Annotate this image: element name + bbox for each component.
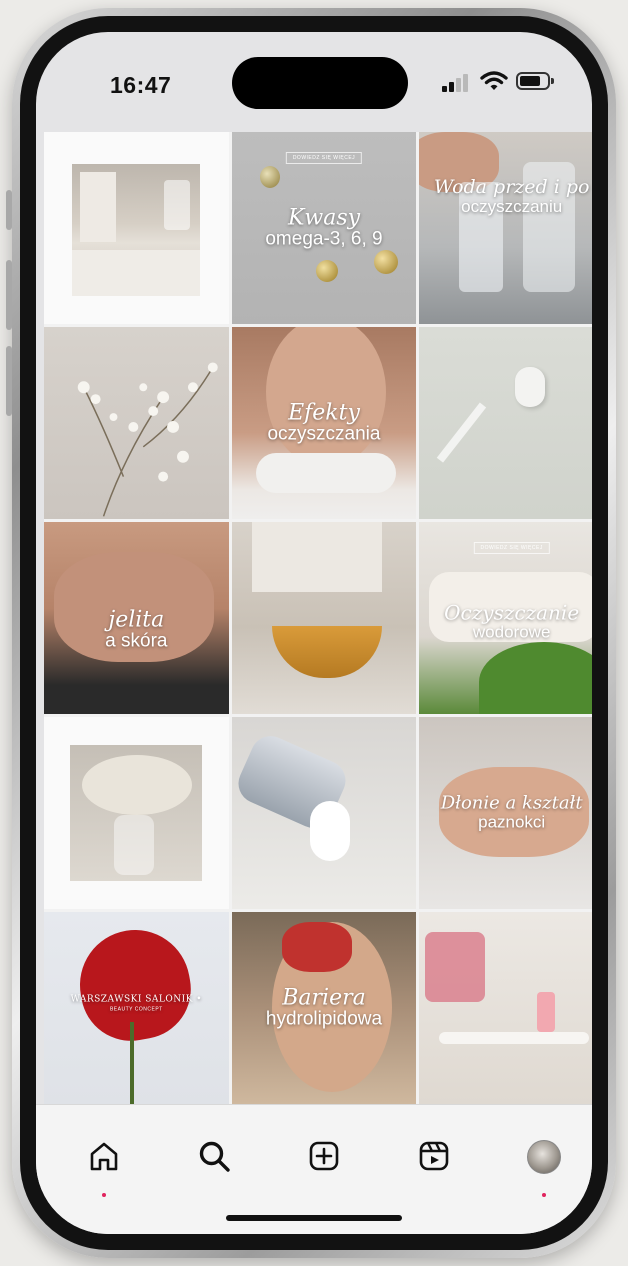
phone-screen: 16:47 DOWIEDZ SIĘ WIĘCEJ Kwasy omega-3, … xyxy=(36,32,592,1234)
post-tile-1[interactable] xyxy=(44,132,229,324)
caption-subtitle: oczyszczaniu xyxy=(461,197,563,217)
post-tile-5[interactable]: Efekty oczyszczania xyxy=(231,327,417,519)
post-caption: Kwasy omega-3, 6, 9 xyxy=(232,206,417,249)
nav-profile[interactable] xyxy=(524,1139,564,1197)
home-indicator xyxy=(226,1215,402,1221)
post-tile-12[interactable]: Dłonie a kształt paznokci xyxy=(419,717,592,909)
post-badge: DOWIEDZ SIĘ WIĘCEJ xyxy=(285,152,363,164)
home-icon xyxy=(90,1142,118,1171)
dynamic-island xyxy=(232,57,408,109)
battery-icon xyxy=(516,72,554,90)
post-caption: jelita a skóra xyxy=(44,608,229,651)
flower-stem-shape xyxy=(130,1022,134,1104)
dried-flowers-shape xyxy=(82,755,192,815)
caption-title: Efekty xyxy=(288,400,360,426)
status-bar: 16:47 xyxy=(36,32,592,132)
post-caption: Woda przed i po oczyszczaniu xyxy=(419,176,592,217)
headband-shape xyxy=(255,453,396,493)
post-tile-3[interactable]: Woda przed i po oczyszczaniu xyxy=(419,132,592,324)
window-light-shape xyxy=(80,172,116,242)
status-time: 16:47 xyxy=(110,72,172,98)
post-tile-11[interactable] xyxy=(231,717,417,909)
explore-grid: DOWIEDZ SIĘ WIĘCEJ Kwasy omega-3, 6, 9 W… xyxy=(44,132,592,1104)
nav-home[interactable] xyxy=(84,1139,124,1197)
post-tile-13[interactable]: WARSZAWSKI SALONIK • BEAUTY CONCEPT xyxy=(44,912,229,1104)
post-tile-2[interactable]: DOWIEDZ SIĘ WIĘCEJ Kwasy omega-3, 6, 9 xyxy=(231,132,417,324)
post-caption: Efekty oczyszczania xyxy=(232,401,417,444)
side-table-shape xyxy=(439,1032,590,1044)
plant-shape xyxy=(479,642,592,714)
post-tile-6[interactable] xyxy=(419,327,592,519)
dropper-bulb-shape xyxy=(515,367,546,407)
window-frame-shape xyxy=(251,522,382,592)
caption-title: Woda przed i po xyxy=(433,176,590,199)
post-caption: WARSZAWSKI SALONIK • BEAUTY CONCEPT xyxy=(44,994,229,1013)
gypsophila-illustration xyxy=(77,362,218,517)
anthurium-flower-shape xyxy=(71,921,199,1049)
profile-avatar xyxy=(527,1140,561,1174)
capsule-shape xyxy=(373,250,398,274)
battery-nub xyxy=(551,78,554,84)
wifi-icon xyxy=(480,71,508,90)
reels-icon xyxy=(419,1141,449,1171)
caption-subtitle: oczyszczania xyxy=(267,423,381,445)
post-tile-15[interactable] xyxy=(419,912,592,1104)
post-caption: Bariera hydrolipidowa xyxy=(232,986,417,1029)
nav-create[interactable] xyxy=(304,1139,344,1179)
post-tile-4[interactable] xyxy=(44,327,229,519)
caption-subtitle: omega-3, 6, 9 xyxy=(265,228,383,250)
cream-shape xyxy=(309,801,350,861)
starfish-shape xyxy=(281,922,352,972)
pink-bottle-shape xyxy=(537,992,556,1032)
caption-title: jelita xyxy=(108,607,165,632)
nav-search[interactable] xyxy=(194,1139,234,1179)
dropper-glass-shape xyxy=(437,402,487,463)
caption-subtitle: BEAUTY CONCEPT xyxy=(109,1006,163,1013)
post-caption: Dłonie a kształt paznokci xyxy=(419,792,592,832)
capsule-shape xyxy=(315,260,338,282)
volume-down-button xyxy=(6,346,12,416)
post-tile-14[interactable]: Bariera hydrolipidowa xyxy=(231,912,417,1104)
post-tile-7[interactable]: jelita a skóra xyxy=(44,522,229,714)
post-image-vase xyxy=(70,745,202,881)
post-image-bedroom xyxy=(72,164,200,296)
caption-subtitle: a skóra xyxy=(105,630,168,652)
vase-shape xyxy=(114,815,154,875)
caption-title: Bariera xyxy=(282,985,366,1011)
glass-jar-shape xyxy=(164,180,190,230)
signal-bars-icon xyxy=(442,74,468,92)
face-shape xyxy=(265,327,386,467)
caption-title: Oczyszczanie xyxy=(444,600,580,625)
caption-subtitle: paznokci xyxy=(478,812,546,832)
search-icon xyxy=(199,1141,230,1172)
action-button xyxy=(6,190,12,230)
notification-dot xyxy=(102,1193,106,1197)
bed-shape xyxy=(72,250,200,296)
caption-subtitle: hydrolipidowa xyxy=(265,1008,383,1030)
brush-holder-shape xyxy=(425,932,486,1002)
volume-up-button xyxy=(6,260,12,330)
post-tile-10[interactable] xyxy=(44,717,229,909)
caption-title: Kwasy xyxy=(287,205,361,231)
create-post-icon xyxy=(309,1141,339,1171)
notification-dot xyxy=(542,1193,546,1197)
post-tile-8[interactable] xyxy=(231,522,417,714)
capsule-shape xyxy=(259,166,280,188)
nav-reels[interactable] xyxy=(414,1139,454,1179)
post-tile-9[interactable]: DOWIEDZ SIĘ WIĘCEJ Oczyszczanie wodorowe xyxy=(419,522,592,714)
caption-title: WARSZAWSKI SALONIK • xyxy=(70,994,203,1005)
caption-title: Dłonie a kształt xyxy=(440,792,583,814)
post-caption: Oczyszczanie wodorowe xyxy=(419,602,592,641)
battery-level xyxy=(520,76,540,86)
post-badge: DOWIEDZ SIĘ WIĘCEJ xyxy=(473,542,550,554)
bottom-nav-bar xyxy=(36,1104,592,1234)
bowl-shape xyxy=(271,626,382,678)
caption-subtitle: wodorowe xyxy=(472,622,551,642)
